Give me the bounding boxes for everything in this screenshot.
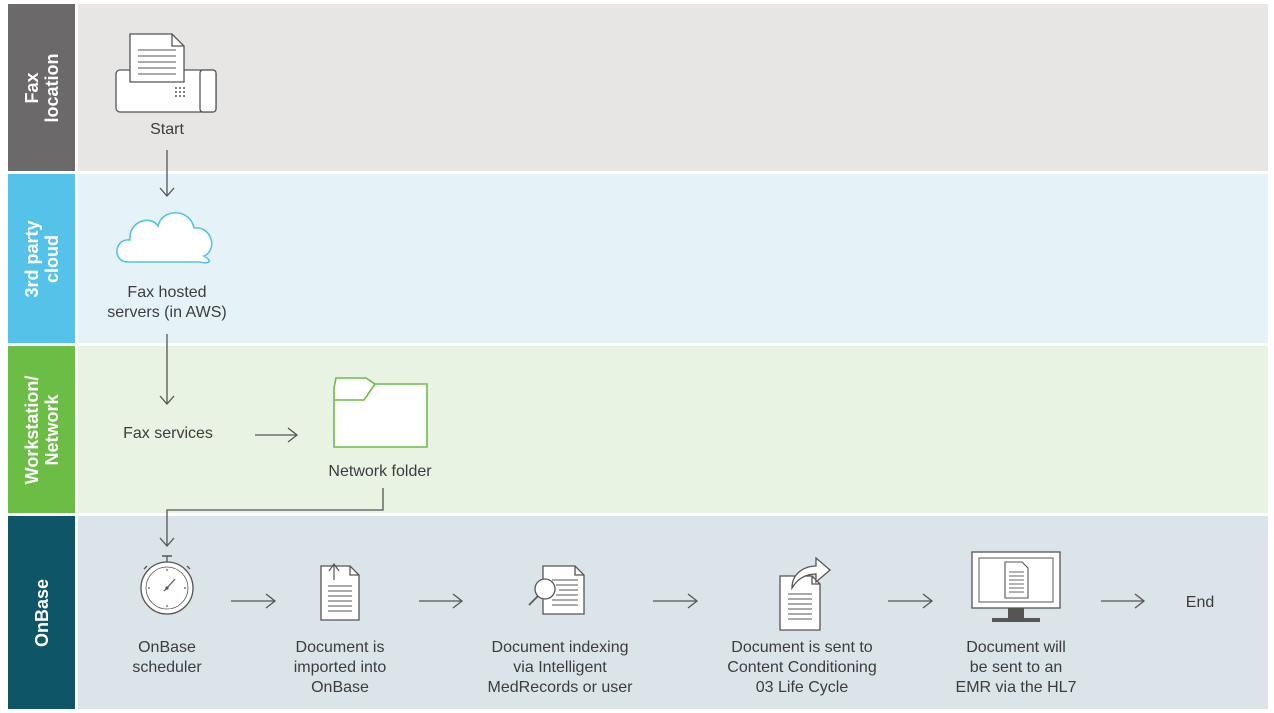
arrow-imported-to-indexing [419, 593, 464, 609]
folder-icon [333, 377, 428, 448]
step-fax-services: Fax services [123, 425, 213, 442]
step-onbase-scheduler: OnBase scheduler [132, 639, 202, 676]
arrow-scheduler-to-imported [231, 593, 277, 609]
step-end: End [1185, 594, 1215, 611]
step-fax-hosted-servers: Fax hosted servers (in AWS) [107, 284, 227, 321]
document-search-icon [528, 565, 585, 615]
step-emr-hl7: Document will be sent to an EMR via the … [955, 639, 1077, 696]
diagram-graphics [115, 33, 1146, 631]
cloud-icon [116, 212, 213, 264]
arrow-indexing-to-conditioning [653, 593, 699, 609]
arrow-conditioning-to-emr [888, 593, 934, 609]
step-start: Start [150, 121, 184, 138]
stopwatch-icon [140, 555, 194, 615]
arrow-folder-to-scheduler [159, 488, 384, 547]
step-content-conditioning: Document is sent to Content Conditioning… [727, 639, 877, 696]
step-document-indexing: Document indexing via Intelligent MedRec… [487, 639, 633, 696]
document-send-icon [779, 556, 831, 631]
arrow-fax-services-to-folder [255, 427, 299, 443]
step-document-imported: Document is imported into OnBase [293, 639, 387, 696]
document-import-icon [320, 562, 360, 621]
monitor-icon [971, 551, 1061, 622]
fax-machine-icon [115, 33, 217, 113]
arrow-emr-to-end [1101, 593, 1146, 609]
arrow-cloud-to-fax-services [159, 334, 175, 405]
step-network-folder: Network folder [328, 463, 432, 480]
arrow-start-to-cloud [159, 150, 175, 197]
